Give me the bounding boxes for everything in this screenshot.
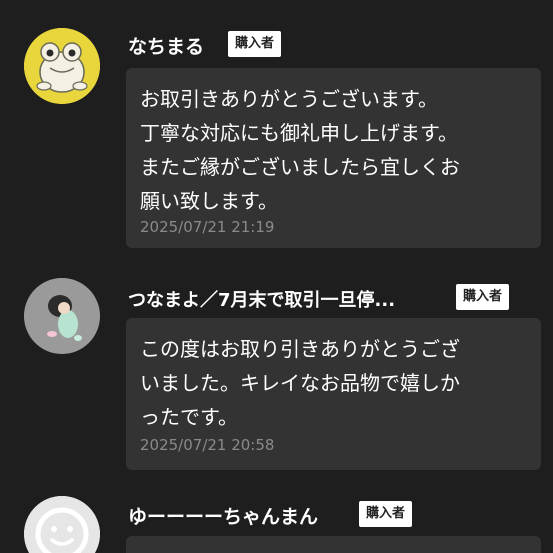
timestamp: 2025/07/21 21:19: [140, 218, 275, 236]
message-line: またご縁がございましたら宜しくお: [140, 155, 460, 179]
message-line: 願い致します。: [140, 189, 278, 213]
username[interactable]: ゆーーーーちゃんまん: [128, 502, 318, 529]
frog-illustration-avatar[interactable]: [24, 28, 100, 104]
frog-icon: [24, 28, 100, 104]
review-item: ゆーーーーちゃんまん 購入者: [0, 480, 553, 553]
buyer-badge: 購入者: [228, 31, 282, 57]
review-feed: なちまる 購入者 お取引きありがとうございます。 丁寧な対応にも御礼申し上げます…: [0, 0, 553, 553]
review-item: なちまる 購入者 お取引きありがとうございます。 丁寧な対応にも御礼申し上げます…: [0, 0, 553, 260]
buyer-badge: 購入者: [456, 284, 510, 310]
message-line: ったです。: [140, 405, 238, 429]
default-person-avatar[interactable]: [24, 496, 100, 553]
message-line: いました。キレイなお品物で嬉しか: [140, 371, 460, 395]
figure-photo-icon: [24, 278, 100, 354]
buyer-badge: 購入者: [359, 501, 413, 527]
message-bubble: お取引きありがとうございます。 丁寧な対応にも御礼申し上げます。 またご縁がござ…: [126, 68, 541, 248]
username[interactable]: つなまよ／7月末で取引一旦停...: [128, 286, 395, 312]
message-line: お取引きありがとうございます。: [140, 87, 438, 111]
figure-photo-avatar[interactable]: [24, 278, 100, 354]
message-line: 丁寧な対応にも御礼申し上げます。: [140, 121, 458, 145]
review-item: つなまよ／7月末で取引一旦停... 購入者 この度はお取り引きありがとうござ い…: [0, 260, 553, 480]
message-text: この度はお取り引きありがとうござ いました。キレイなお品物で嬉しか ったです。: [140, 332, 531, 434]
message-bubble: この度はお取り引きありがとうござ いました。キレイなお品物で嬉しか ったです。 …: [126, 318, 541, 470]
message-line: この度はお取り引きありがとうござ: [140, 337, 460, 361]
username[interactable]: なちまる: [128, 32, 204, 59]
smiley-face-icon: [24, 496, 100, 553]
message-text: お取引きありがとうございます。 丁寧な対応にも御礼申し上げます。 またご縁がござ…: [140, 82, 531, 218]
timestamp: 2025/07/21 20:58: [140, 436, 275, 454]
message-bubble: [126, 536, 541, 553]
